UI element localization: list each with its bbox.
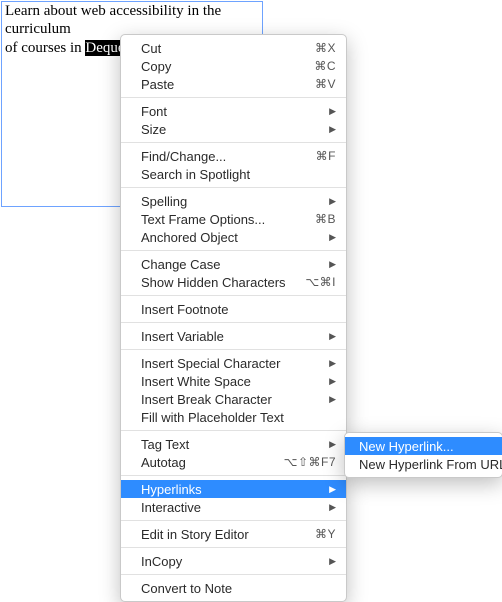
menu-item-label: New Hyperlink... — [359, 439, 492, 454]
menu-item-insert-variable[interactable]: Insert Variable▶ — [121, 327, 346, 345]
menu-item-shortcut: ⌘X — [315, 41, 336, 55]
menu-item-label: Spelling — [141, 194, 326, 209]
submenu-item-new-hyperlink[interactable]: New Hyperlink... — [345, 437, 502, 455]
menu-item-insert-white-space[interactable]: Insert White Space▶ — [121, 372, 346, 390]
menu-item-label: Find/Change... — [141, 149, 316, 164]
menu-item-label: InCopy — [141, 554, 326, 569]
chevron-right-icon: ▶ — [326, 124, 336, 135]
menu-item-show-hidden-characters[interactable]: Show Hidden Characters⌥⌘I — [121, 273, 346, 291]
chevron-right-icon: ▶ — [326, 439, 336, 450]
menu-item-shortcut: ⌘B — [315, 212, 336, 226]
chevron-right-icon: ▶ — [326, 232, 336, 243]
menu-separator — [121, 142, 346, 143]
menu-item-cut[interactable]: Cut⌘X — [121, 39, 346, 57]
menu-item-label: Insert Break Character — [141, 392, 326, 407]
submenu-item-new-hyperlink-from-url[interactable]: New Hyperlink From URL — [345, 455, 502, 473]
menu-item-shortcut: ⌥⌘I — [305, 275, 336, 289]
menu-item-label: Text Frame Options... — [141, 212, 315, 227]
chevron-right-icon: ▶ — [326, 394, 336, 405]
menu-item-shortcut: ⌘F — [316, 149, 336, 163]
menu-separator — [121, 430, 346, 431]
menu-item-shortcut: ⌘C — [314, 59, 336, 73]
paragraph-text: of courses in — [5, 40, 85, 56]
menu-item-insert-special-character[interactable]: Insert Special Character▶ — [121, 354, 346, 372]
menu-item-label: New Hyperlink From URL — [359, 457, 502, 472]
menu-separator — [121, 574, 346, 575]
menu-item-paste[interactable]: Paste⌘V — [121, 75, 346, 93]
menu-item-label: Interactive — [141, 500, 326, 515]
menu-item-label: Anchored Object — [141, 230, 326, 245]
menu-item-shortcut: ⌘Y — [315, 527, 336, 541]
menu-separator — [121, 187, 346, 188]
menu-item-shortcut: ⌥⇧⌘F7 — [284, 455, 336, 469]
menu-item-label: Show Hidden Characters — [141, 275, 305, 290]
menu-item-spelling[interactable]: Spelling▶ — [121, 192, 346, 210]
menu-item-search-in-spotlight[interactable]: Search in Spotlight — [121, 165, 346, 183]
menu-item-label: Font — [141, 104, 326, 119]
context-menu: Cut⌘XCopy⌘CPaste⌘VFont▶Size▶Find/Change.… — [120, 34, 347, 602]
menu-item-fill-with-placeholder-text[interactable]: Fill with Placeholder Text — [121, 408, 346, 426]
menu-item-label: Search in Spotlight — [141, 167, 336, 182]
menu-item-label: Cut — [141, 41, 315, 56]
paragraph-text: Learn about web accessibility in the cur… — [5, 3, 221, 37]
chevron-right-icon: ▶ — [326, 556, 336, 567]
menu-item-change-case[interactable]: Change Case▶ — [121, 255, 346, 273]
hyperlinks-submenu: New Hyperlink... New Hyperlink From URL — [344, 432, 502, 478]
menu-item-convert-to-note[interactable]: Convert to Note — [121, 579, 346, 597]
menu-item-text-frame-options[interactable]: Text Frame Options...⌘B — [121, 210, 346, 228]
menu-item-label: Insert Special Character — [141, 356, 326, 371]
menu-item-autotag[interactable]: Autotag⌥⇧⌘F7 — [121, 453, 346, 471]
menu-item-label: Fill with Placeholder Text — [141, 410, 336, 425]
chevron-right-icon: ▶ — [326, 376, 336, 387]
chevron-right-icon: ▶ — [326, 358, 336, 369]
menu-item-hyperlinks[interactable]: Hyperlinks▶ — [121, 480, 346, 498]
chevron-right-icon: ▶ — [326, 331, 336, 342]
menu-item-anchored-object[interactable]: Anchored Object▶ — [121, 228, 346, 246]
menu-item-label: Copy — [141, 59, 314, 74]
menu-item-label: Insert Variable — [141, 329, 326, 344]
menu-item-label: Change Case — [141, 257, 326, 272]
menu-separator — [121, 250, 346, 251]
menu-item-edit-in-story-editor[interactable]: Edit in Story Editor⌘Y — [121, 525, 346, 543]
menu-item-find-change[interactable]: Find/Change...⌘F — [121, 147, 346, 165]
menu-item-insert-footnote[interactable]: Insert Footnote — [121, 300, 346, 318]
menu-item-label: Tag Text — [141, 437, 326, 452]
menu-item-interactive[interactable]: Interactive▶ — [121, 498, 346, 516]
menu-item-font[interactable]: Font▶ — [121, 102, 346, 120]
menu-item-size[interactable]: Size▶ — [121, 120, 346, 138]
menu-item-label: Insert Footnote — [141, 302, 336, 317]
chevron-right-icon: ▶ — [326, 484, 336, 495]
menu-item-insert-break-character[interactable]: Insert Break Character▶ — [121, 390, 346, 408]
menu-separator — [121, 547, 346, 548]
chevron-right-icon: ▶ — [326, 502, 336, 513]
chevron-right-icon: ▶ — [326, 106, 336, 117]
menu-item-label: Autotag — [141, 455, 284, 470]
menu-item-label: Paste — [141, 77, 315, 92]
menu-separator — [121, 475, 346, 476]
menu-item-label: Size — [141, 122, 326, 137]
menu-item-label: Insert White Space — [141, 374, 326, 389]
menu-separator — [121, 349, 346, 350]
menu-item-copy[interactable]: Copy⌘C — [121, 57, 346, 75]
menu-item-tag-text[interactable]: Tag Text▶ — [121, 435, 346, 453]
menu-item-incopy[interactable]: InCopy▶ — [121, 552, 346, 570]
menu-separator — [121, 520, 346, 521]
chevron-right-icon: ▶ — [326, 196, 336, 207]
menu-item-label: Convert to Note — [141, 581, 336, 596]
menu-separator — [121, 322, 346, 323]
menu-item-label: Edit in Story Editor — [141, 527, 315, 542]
menu-separator — [121, 97, 346, 98]
menu-item-shortcut: ⌘V — [315, 77, 336, 91]
menu-item-label: Hyperlinks — [141, 482, 326, 497]
chevron-right-icon: ▶ — [326, 259, 336, 270]
menu-separator — [121, 295, 346, 296]
